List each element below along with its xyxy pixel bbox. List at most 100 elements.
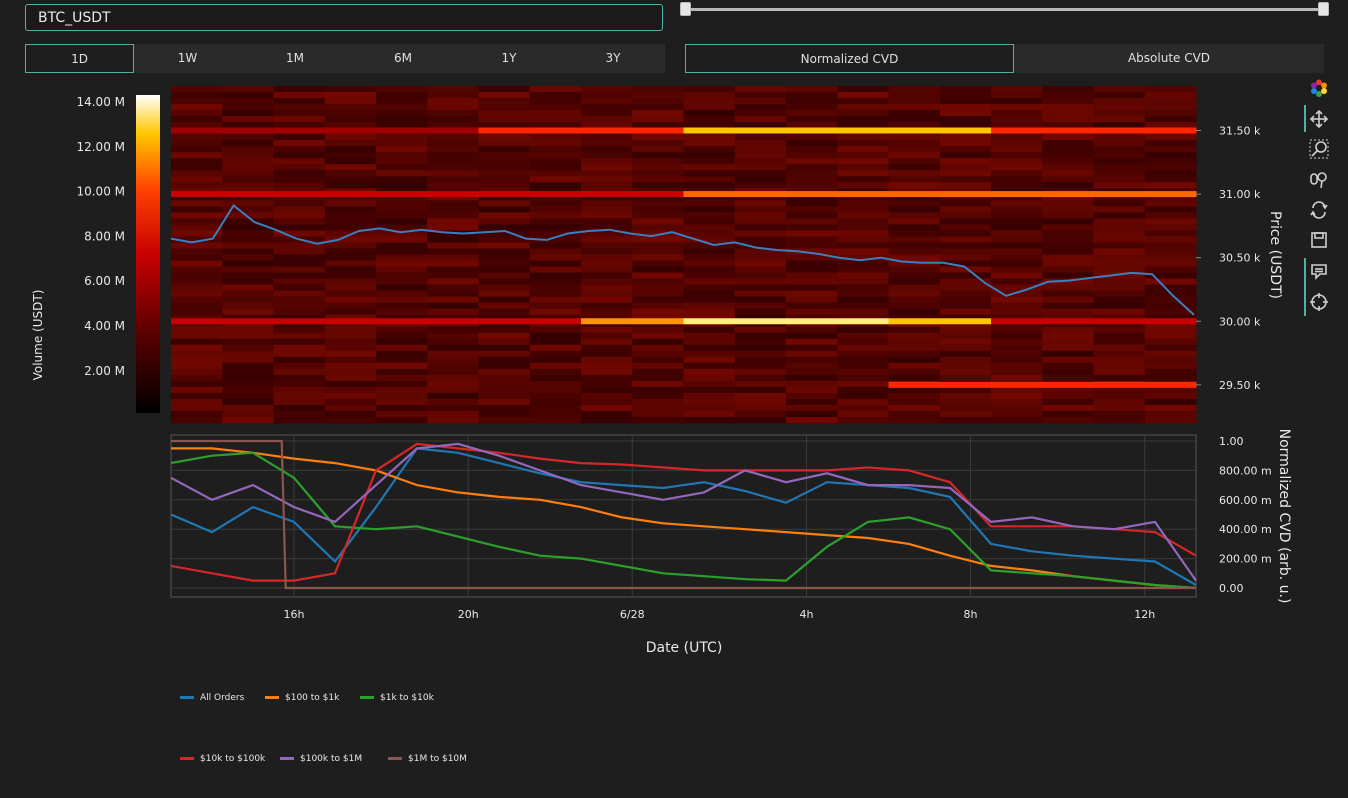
tab-1d[interactable]: 1D [25,44,134,73]
heatmap-cell [991,326,1043,334]
heatmap-cell [1144,356,1197,364]
range-slider[interactable] [680,2,1329,16]
heatmap-cell [324,206,377,213]
heatmap-cell [171,158,223,165]
heatmap-cell [888,122,941,129]
heatmap-cell [991,236,1043,243]
heatmap-cell [324,278,377,285]
heatmap-cell [632,254,684,261]
heatmap-cell [683,338,736,346]
heatmap-cell [734,416,787,424]
heatmap-cell [324,134,377,141]
heatmap-cell [734,296,787,303]
heatmap-cell [734,92,787,99]
heatmap-cell [376,308,428,315]
symbol-input[interactable]: BTC_USDT [25,4,663,31]
tab-1y[interactable]: 1Y [457,44,561,73]
select-icon[interactable] [1309,170,1329,190]
logo-icon[interactable] [1309,78,1329,98]
heatmap-cell [581,338,633,346]
heatmap-cell [427,296,479,303]
heatmap-cell [478,242,531,249]
heatmap-cell [786,146,838,153]
heatmap-cell [991,206,1043,213]
legend-item-all-orders[interactable]: All Orders [180,693,244,703]
reset-icon[interactable] [1309,200,1329,220]
heatmap-cell [888,230,941,237]
heatmap-cell [939,92,992,99]
heatmap-cell [939,218,992,225]
legend-item-10k-100k[interactable]: $10k to $100k [180,754,265,764]
heatmap-cell [888,296,941,303]
normalized-cvd-button[interactable]: Normalized CVD [685,44,1014,73]
heatmap-cell [837,386,889,394]
range-slider-start-handle[interactable] [680,2,691,16]
heatmap-cell [837,242,889,249]
heatmap-level-cell [273,318,377,325]
heatmap-cell [427,368,479,376]
pan-icon[interactable] [1309,109,1329,129]
spike-lines-icon[interactable] [1309,292,1329,312]
heatmap-cell [581,278,633,285]
heatmap-cell [529,332,582,340]
heatmap-level-cell [478,127,582,134]
heatmap-cell [427,200,479,207]
heatmap-cell [324,266,377,273]
heatmap-cell [991,170,1043,177]
heatmap-cell [581,164,633,171]
heatmap-cell [273,218,326,225]
heatmap-cell [734,176,787,183]
heatmap-cell [632,410,684,418]
heatmap-cell [632,272,684,279]
heatmap-cell [171,272,223,279]
heatmap-cell [991,260,1043,267]
heatmap-cell [273,152,326,159]
heatmap-cell [1093,134,1146,141]
legend-item-1k-10k[interactable]: $1k to $10k [360,693,434,703]
legend-item-100-1k[interactable]: $100 to $1k [265,693,339,703]
heatmap-cell [529,362,582,370]
tab-3y[interactable]: 3Y [561,44,665,73]
heatmap-cell [171,296,223,303]
heatmap-cell [683,182,736,189]
heatmap-cell [478,152,531,159]
tab-1w[interactable]: 1W [134,44,241,73]
heatmap-cell [1042,332,1094,340]
heatmap-cell [171,164,223,171]
heatmap-cell [683,224,736,231]
heatmap-cell [1042,410,1094,418]
zoom-icon[interactable] [1309,139,1329,159]
heatmap-cell [1093,182,1146,189]
heatmap-level-cell [581,318,684,325]
legend-item-100k-1m[interactable]: $100k to $1M [280,754,362,764]
save-icon[interactable] [1309,230,1329,250]
heatmap-cell [1144,302,1197,309]
heatmap-cell [1144,224,1197,231]
heatmap-cell [888,206,941,213]
hover-closest-icon[interactable] [1309,262,1329,282]
heatmap-cell [939,368,992,376]
heatmap-cell [376,404,428,412]
heatmap-cell [1042,182,1094,189]
heatmap-cell [683,410,736,418]
tab-6m[interactable]: 6M [349,44,457,73]
heatmap-cell [786,116,838,123]
heatmap-cell [376,200,428,207]
heatmap-cell [273,284,326,291]
heatmap-cell [478,122,531,129]
heatmap-cell [171,110,223,117]
heatmap-cell [376,362,428,370]
range-slider-end-handle[interactable] [1318,2,1329,16]
heatmap-cell [324,110,377,117]
heatmap-cell [991,332,1043,340]
heatmap-cell [222,302,274,309]
heatmap-cell [376,302,428,309]
heatmap-cell [581,86,633,93]
heatmap-cell [1042,338,1094,346]
absolute-cvd-button[interactable]: Absolute CVD [1014,44,1324,73]
heatmap-cell [478,404,531,412]
heatmap-cell [632,284,684,291]
tab-1m[interactable]: 1M [241,44,349,73]
heatmap-cell [734,368,787,376]
legend-item-1m-10m[interactable]: $1M to $10M [388,754,467,764]
